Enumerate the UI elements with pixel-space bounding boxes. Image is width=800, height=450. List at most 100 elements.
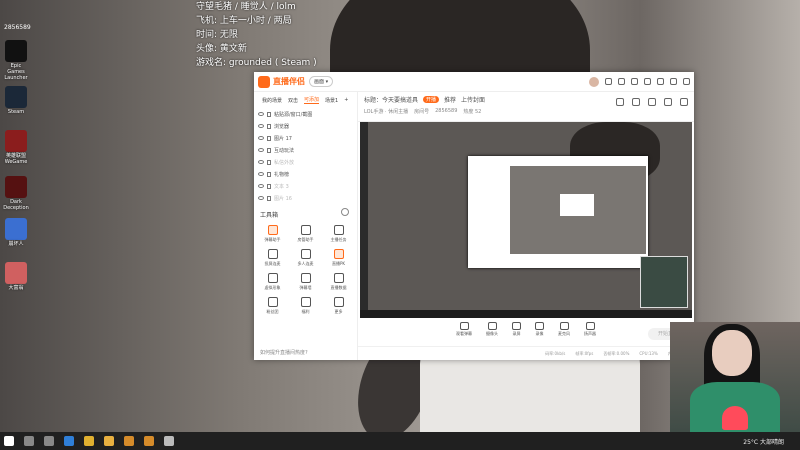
- lock-icon[interactable]: [267, 171, 271, 177]
- settings-icon[interactable]: [648, 98, 656, 106]
- tool-button[interactable]: 房管助手: [289, 225, 322, 243]
- eye-icon[interactable]: [258, 172, 264, 176]
- desktop-icon[interactable]: 大富翁: [2, 262, 30, 291]
- control-button[interactable]: 扬声器: [584, 322, 596, 344]
- app-icon[interactable]: [124, 436, 134, 446]
- eye-icon[interactable]: [258, 184, 264, 188]
- eye-icon[interactable]: [258, 112, 264, 116]
- eye-icon[interactable]: [258, 148, 264, 152]
- source-label: 图片 16: [274, 195, 292, 202]
- control-button[interactable]: 麦克风: [558, 322, 570, 344]
- tool-button[interactable]: 虚拟形象: [256, 273, 289, 291]
- headset-icon[interactable]: [605, 78, 612, 85]
- close-icon[interactable]: [683, 78, 690, 85]
- control-label: 录屏: [512, 331, 521, 336]
- lock-icon[interactable]: [267, 195, 271, 201]
- lock-icon[interactable]: [267, 183, 271, 189]
- lock-icon[interactable]: [632, 98, 640, 106]
- app-icon[interactable]: [144, 436, 154, 446]
- tool-icon: [300, 273, 311, 283]
- desktop-icon[interactable]: Dark Deception: [2, 176, 30, 211]
- lock-icon[interactable]: [267, 123, 271, 129]
- control-button[interactable]: 摄像头: [486, 322, 498, 344]
- gift-icon[interactable]: [631, 78, 638, 85]
- lock-icon[interactable]: [267, 135, 271, 141]
- tool-button[interactable]: 粉丝团: [256, 297, 289, 315]
- source-item[interactable]: 图片 16: [254, 192, 357, 204]
- tool-button[interactable]: 弹幕助手: [256, 225, 289, 243]
- chrome-icon[interactable]: [84, 436, 94, 446]
- tool-button[interactable]: 主播任务: [322, 225, 355, 243]
- tool-icon: [267, 297, 278, 307]
- source-item[interactable]: 礼物榜: [254, 168, 357, 180]
- menu-icon[interactable]: [644, 78, 651, 85]
- tool-button[interactable]: 弹幕墙: [289, 273, 322, 291]
- tool-label: 主播任务: [330, 237, 347, 242]
- eye-icon[interactable]: [258, 136, 264, 140]
- avatar[interactable]: [589, 76, 599, 87]
- control-label: 扬声器: [584, 331, 596, 336]
- system-tray: 25°C 大部晴朗: [743, 437, 796, 446]
- control-button[interactable]: 录像: [535, 322, 544, 344]
- weather-text[interactable]: 25°C 大部晴朗: [743, 437, 784, 446]
- tool-button[interactable]: 投屏连麦: [256, 249, 289, 267]
- desktop-icon-label: Epic Games Launcher: [4, 63, 28, 81]
- desktop-icon[interactable]: 崩坏人: [2, 218, 30, 247]
- help-link[interactable]: 如何提升直播间热度?: [260, 349, 308, 356]
- control-icon: [512, 322, 521, 330]
- eye-icon[interactable]: [258, 160, 264, 164]
- tool-button[interactable]: 多人连麦: [289, 249, 322, 267]
- start-icon[interactable]: [4, 436, 14, 446]
- tab-double[interactable]: 双击: [288, 97, 298, 104]
- preview-taskbar: [360, 310, 692, 318]
- taskview-icon[interactable]: [44, 436, 54, 446]
- tab-addable[interactable]: 可添加: [304, 96, 320, 104]
- gear-icon[interactable]: [341, 208, 349, 216]
- status-bar: 码率:0kb/s帧率:0fps丢帧率:0.00%CPU:13%内存:25%: [358, 346, 694, 360]
- left-panel: 我的场景 双击 可添加 场景1 + 粘贴源/窗口/截图浏览器 图片 17 互动玩法私…: [254, 92, 358, 360]
- desktop-icon-label: Steam: [7, 109, 25, 115]
- explorer-icon[interactable]: [104, 436, 114, 446]
- eye-icon[interactable]: [258, 196, 264, 200]
- tool-button[interactable]: 福利: [289, 297, 322, 315]
- tool-icon: [267, 225, 278, 235]
- source-label: 粘贴源/窗口/截图: [274, 111, 313, 118]
- link-icon[interactable]: [680, 98, 688, 106]
- small-camera-preview: [640, 256, 688, 308]
- game-icon: [5, 176, 27, 198]
- desktop-icon[interactable]: 英雄联盟 WeGame: [2, 130, 30, 165]
- source-item[interactable]: 图片 17: [254, 132, 357, 144]
- bell-icon[interactable]: [664, 98, 672, 106]
- desktop-icon-label: 崩坏人: [8, 241, 24, 247]
- source-item[interactable]: 互动玩法: [254, 144, 357, 156]
- scene-dropdown[interactable]: 画面 ▾: [309, 76, 334, 87]
- eye-icon[interactable]: [258, 124, 264, 128]
- lock-icon[interactable]: [267, 147, 271, 153]
- tool-button[interactable]: 更多: [322, 297, 355, 315]
- lock-icon[interactable]: [267, 159, 271, 165]
- tab-add[interactable]: +: [344, 97, 348, 103]
- search-icon[interactable]: [24, 436, 34, 446]
- minimize-icon[interactable]: [657, 78, 664, 85]
- control-button[interactable]: 录屏: [512, 322, 521, 344]
- maximize-icon[interactable]: [670, 78, 677, 85]
- stream-title[interactable]: 标题：今天要搞道具: [364, 95, 418, 104]
- source-item[interactable]: 粘贴源/窗口/截图: [254, 108, 357, 120]
- tag-label[interactable]: 推荐: [444, 95, 456, 104]
- app-icon[interactable]: [164, 436, 174, 446]
- lock-icon[interactable]: [267, 111, 271, 117]
- desktop-icon[interactable]: Epic Games Launcher: [2, 40, 30, 81]
- share-icon[interactable]: [616, 98, 624, 106]
- source-item[interactable]: 文本 3: [254, 180, 357, 192]
- source-item[interactable]: 浏览器: [254, 120, 357, 132]
- upload-cover-button[interactable]: 上传封面: [461, 95, 485, 104]
- tool-button[interactable]: 直播PK: [322, 249, 355, 267]
- tool-button[interactable]: 直播数据: [322, 273, 355, 291]
- tab-my-scenes[interactable]: 我的场景: [262, 97, 282, 104]
- desktop-icon[interactable]: Steam: [2, 86, 30, 115]
- control-button[interactable]: 观看弹幕: [456, 322, 472, 344]
- edge-icon[interactable]: [64, 436, 74, 446]
- source-item[interactable]: 私信外放: [254, 156, 357, 168]
- mail-icon[interactable]: [618, 78, 625, 85]
- tab-scene1[interactable]: 场景1: [325, 97, 338, 104]
